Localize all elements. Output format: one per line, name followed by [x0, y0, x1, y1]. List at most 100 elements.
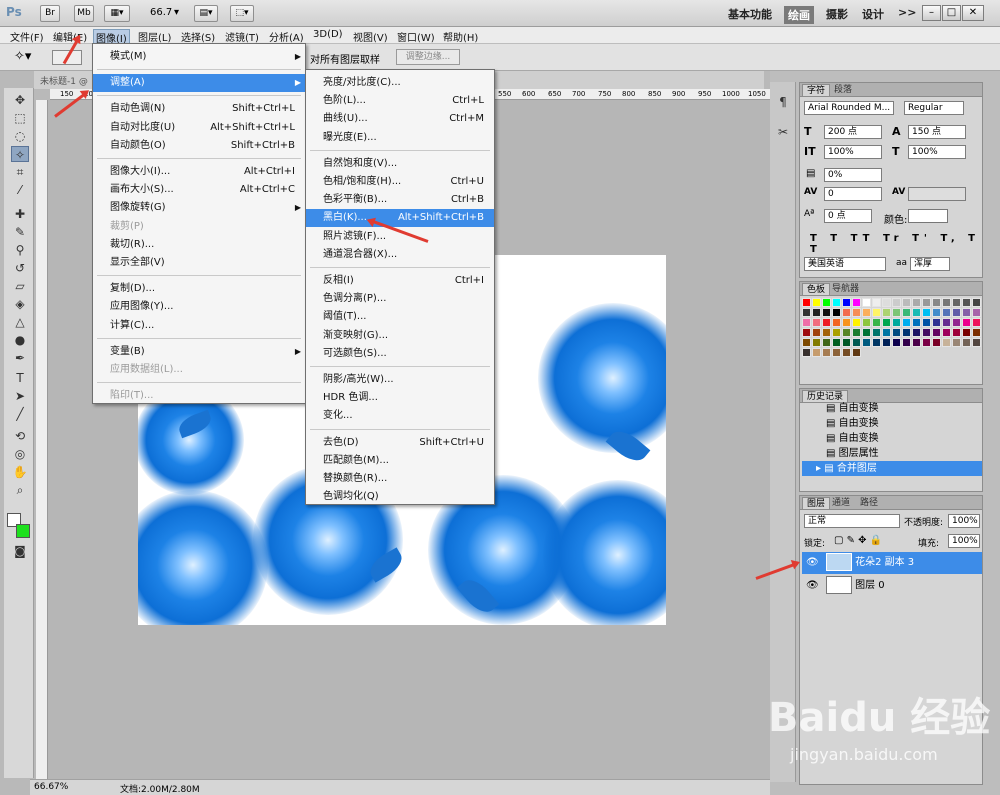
- color-swatch[interactable]: [942, 318, 951, 327]
- color-swatch[interactable]: [842, 308, 851, 317]
- pen-tool-icon[interactable]: ✒: [11, 350, 29, 366]
- menu-window[interactable]: 窗口(W): [397, 29, 435, 44]
- menu-item[interactable]: 图像旋转(G) ▶: [93, 199, 305, 217]
- color-swatch[interactable]: [932, 318, 941, 327]
- mini-bridge-button[interactable]: Mb: [74, 5, 94, 22]
- color-swatch[interactable]: [892, 338, 901, 347]
- zoom-readout[interactable]: 66.67%: [34, 782, 68, 792]
- color-swatch[interactable]: [822, 298, 831, 307]
- clone-stamp-icon[interactable]: ⚲: [11, 242, 29, 258]
- color-swatch[interactable]: [972, 308, 981, 317]
- tool-presets-icon[interactable]: ✂: [774, 124, 792, 140]
- tab-paths[interactable]: 路径: [856, 497, 882, 509]
- layer-row[interactable]: 👁 图层 0: [802, 575, 982, 597]
- tab-swatches[interactable]: 色板: [802, 283, 831, 295]
- menu-item[interactable]: 自动颜色(O) Shift+Ctrl+B: [93, 137, 305, 155]
- color-swatch[interactable]: [952, 338, 961, 347]
- menu-file[interactable]: 文件(F): [10, 29, 44, 44]
- menu-item[interactable]: 替换颜色(R)...: [306, 470, 494, 488]
- color-swatch[interactable]: [862, 338, 871, 347]
- color-swatch[interactable]: [922, 318, 931, 327]
- color-swatch[interactable]: [812, 348, 821, 357]
- menu-item[interactable]: 色调分离(P)...: [306, 290, 494, 308]
- paint-bucket-icon[interactable]: ◈: [11, 296, 29, 312]
- tab-layers[interactable]: 图层: [802, 497, 831, 509]
- tsume-field[interactable]: 0%: [824, 168, 882, 182]
- paragraph-icon[interactable]: ¶: [774, 94, 792, 110]
- horizontal-scale-field[interactable]: 100%: [908, 145, 966, 159]
- color-swatch[interactable]: [802, 338, 811, 347]
- history-item-active[interactable]: ▸ ▤ 合并图层: [802, 461, 982, 476]
- tracking-field[interactable]: 0: [824, 187, 882, 201]
- color-swatch[interactable]: [942, 298, 951, 307]
- color-swatch[interactable]: [882, 298, 891, 307]
- menu-filter[interactable]: 滤镜(T): [225, 29, 259, 44]
- menu-3d[interactable]: 3D(D): [313, 29, 343, 40]
- color-swatch[interactable]: [892, 298, 901, 307]
- color-swatch[interactable]: [852, 318, 861, 327]
- history-brush-icon[interactable]: ↺: [11, 260, 29, 276]
- vertical-scale-field[interactable]: 100%: [824, 145, 882, 159]
- document-tab-title[interactable]: 未标题-1 @: [40, 74, 88, 87]
- menu-layer[interactable]: 图层(L): [138, 29, 171, 44]
- workspace-photography[interactable]: 摄影: [826, 6, 848, 22]
- menu-item[interactable]: 渐变映射(G)...: [306, 327, 494, 345]
- font-family-select[interactable]: Arial Rounded M...: [804, 101, 894, 115]
- lock-icons[interactable]: ▢ ✎ ✥ 🔒: [834, 535, 882, 546]
- color-swatch[interactable]: [832, 328, 841, 337]
- color-swatch[interactable]: [872, 298, 881, 307]
- menu-item[interactable]: 可选颜色(S)...: [306, 345, 494, 363]
- color-swatch[interactable]: [802, 318, 811, 327]
- bridge-button[interactable]: Br: [40, 5, 60, 22]
- menu-item[interactable]: 去色(D) Shift+Ctrl+U: [306, 434, 494, 452]
- color-swatch[interactable]: [892, 308, 901, 317]
- move-tool-icon[interactable]: ✥: [11, 92, 29, 108]
- color-swatch[interactable]: [882, 328, 891, 337]
- color-swatch[interactable]: [852, 348, 861, 357]
- menu-item[interactable]: 调整(A) ▶: [93, 74, 305, 93]
- menu-view[interactable]: 视图(V): [353, 29, 388, 44]
- color-swatch[interactable]: [962, 308, 971, 317]
- menu-select[interactable]: 选择(S): [181, 29, 215, 44]
- menu-item[interactable]: 裁切(R)...: [93, 236, 305, 254]
- color-swatch[interactable]: [852, 338, 861, 347]
- menu-item[interactable]: 变量(B) ▶: [93, 343, 305, 361]
- color-swatch[interactable]: [842, 318, 851, 327]
- color-swatch[interactable]: [912, 308, 921, 317]
- color-swatch[interactable]: [862, 328, 871, 337]
- menu-item[interactable]: 阴影/高光(W)...: [306, 371, 494, 389]
- color-swatch[interactable]: [862, 308, 871, 317]
- healing-brush-icon[interactable]: ✚: [11, 206, 29, 222]
- color-swatch[interactable]: [912, 328, 921, 337]
- zoom-level-dropdown[interactable]: 66.7: [150, 7, 172, 18]
- color-swatch[interactable]: [882, 318, 891, 327]
- color-swatch[interactable]: [892, 318, 901, 327]
- path-selection-icon[interactable]: ➤: [11, 388, 29, 404]
- line-tool-icon[interactable]: ╱: [11, 406, 29, 422]
- color-swatch[interactable]: [832, 298, 841, 307]
- color-swatch[interactable]: [952, 318, 961, 327]
- more-workspaces-button[interactable]: >>: [898, 6, 916, 19]
- refine-edge-button[interactable]: 调整边缘...: [396, 49, 460, 65]
- color-swatch[interactable]: [922, 298, 931, 307]
- color-swatch[interactable]: [862, 298, 871, 307]
- tab-character[interactable]: 字符: [802, 84, 831, 96]
- menu-help[interactable]: 帮助(H): [443, 29, 478, 44]
- layer-row-active[interactable]: 👁 花朵2 副本 3: [802, 552, 982, 574]
- sample-all-layers-label[interactable]: 对所有图层取样: [310, 51, 380, 66]
- menu-item[interactable]: 曲线(U)... Ctrl+M: [306, 110, 494, 128]
- color-swatch[interactable]: [972, 318, 981, 327]
- menu-analysis[interactable]: 分析(A): [269, 29, 304, 44]
- color-swatch[interactable]: [902, 298, 911, 307]
- chevron-down-icon[interactable]: ▾: [174, 7, 179, 18]
- menu-item[interactable]: 显示全部(V): [93, 254, 305, 272]
- menu-item[interactable]: 色阶(L)... Ctrl+L: [306, 92, 494, 110]
- color-swatch[interactable]: [892, 328, 901, 337]
- color-swatch[interactable]: [922, 328, 931, 337]
- dodge-tool-icon[interactable]: ●: [11, 332, 29, 348]
- eyedropper-tool-icon[interactable]: ⁄: [11, 182, 29, 198]
- color-swatch[interactable]: [832, 318, 841, 327]
- color-swatch[interactable]: [952, 308, 961, 317]
- history-item[interactable]: ▤ 自由变换: [802, 431, 982, 446]
- menu-item[interactable]: 复制(D)...: [93, 280, 305, 298]
